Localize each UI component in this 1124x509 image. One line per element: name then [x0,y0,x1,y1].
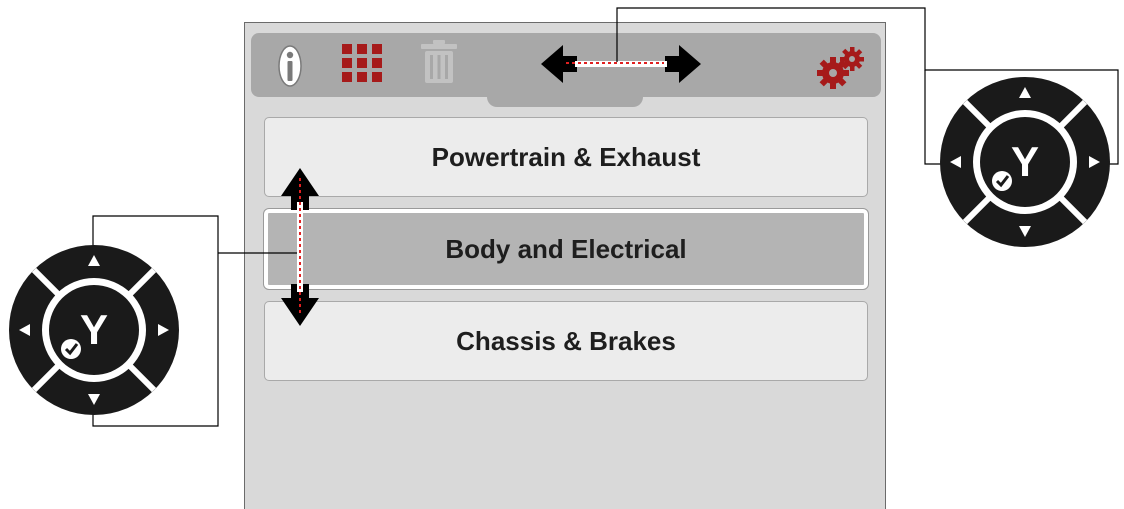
toolbar [251,33,881,97]
device-screen: Powertrain & Exhaust Body and Electrical… [244,22,886,509]
menu-item-label: Powertrain & Exhaust [431,141,701,172]
left-dpad-controller: Y [9,245,179,415]
center-button-label: Y [1011,138,1039,185]
settings-gears-icon[interactable] [817,47,865,89]
right-dpad-controller: Y [940,77,1110,247]
menu-item-label: Body and Electrical [445,233,687,264]
center-button-label: Y [80,306,108,353]
menu-item-label: Chassis & Brakes [456,325,676,356]
trash-icon[interactable] [419,39,459,85]
confirm-check-icon [61,339,81,359]
menu-item-body-electrical[interactable]: Body and Electrical [264,209,868,289]
left-right-arrows-icon[interactable] [539,43,703,85]
figure: Powertrain & Exhaust Body and Electrical… [0,0,1124,509]
confirm-check-icon [992,171,1012,191]
toolbar-pull-tab[interactable] [487,93,643,107]
menu-item-chassis-brakes[interactable]: Chassis & Brakes [264,301,868,381]
menu-item-powertrain[interactable]: Powertrain & Exhaust [264,117,868,197]
grid-icon[interactable] [341,43,383,83]
info-icon[interactable] [275,42,305,88]
